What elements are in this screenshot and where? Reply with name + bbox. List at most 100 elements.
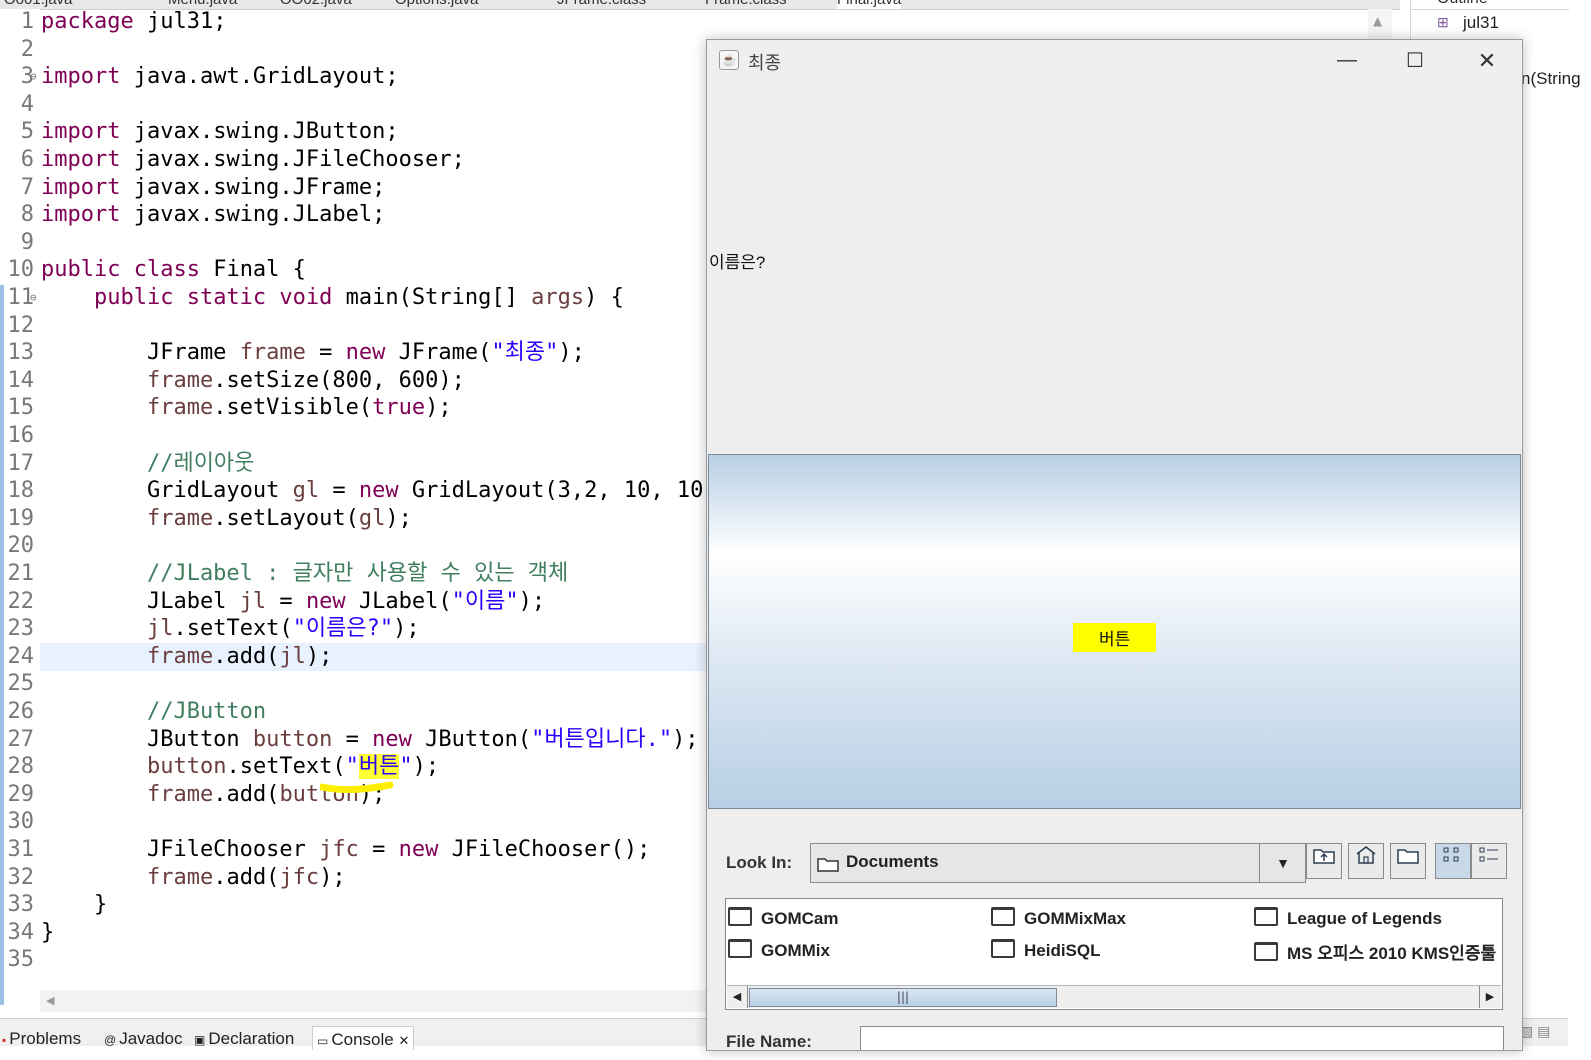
code-line[interactable]: 13 JFrame frame = new JFrame("최종"); bbox=[0, 339, 585, 367]
file-list-item[interactable]: HeidiSQL bbox=[991, 939, 1101, 963]
code-line[interactable]: 33 } bbox=[0, 891, 108, 919]
up-folder-button[interactable] bbox=[1306, 843, 1342, 879]
list-view-button[interactable] bbox=[1435, 843, 1471, 879]
code-line[interactable]: 35 bbox=[0, 946, 35, 974]
home-button[interactable] bbox=[1348, 843, 1384, 879]
code-line[interactable]: 19 frame.setLayout(gl); bbox=[0, 505, 412, 533]
code-line[interactable]: 3 ⊖ import java.awt.GridLayout; bbox=[0, 63, 399, 91]
file-list-item[interactable]: MS 오피스 2010 KMS인증툴 bbox=[1254, 939, 1496, 963]
code-line[interactable]: 7 import javax.swing.JFrame; bbox=[0, 174, 386, 202]
code-text: JFrame frame = new JFrame("최종"); bbox=[41, 339, 585, 367]
code-line[interactable]: 28 button.setText("버튼"); bbox=[0, 753, 439, 781]
file-list-item[interactable]: GOMMix bbox=[728, 939, 830, 963]
tab-javadoc[interactable]: @ Javadoc bbox=[104, 1029, 183, 1049]
scroll-left-icon[interactable]: ◀ bbox=[46, 994, 54, 1007]
code-token: } bbox=[41, 892, 108, 918]
file-name-input[interactable] bbox=[860, 1026, 1504, 1050]
fold-toggle-icon[interactable]: ⊖ bbox=[30, 284, 37, 312]
code-line[interactable]: 5 import javax.swing.JButton; bbox=[0, 118, 399, 146]
editor-tab[interactable]: OO02.java bbox=[280, 0, 352, 9]
editor-horizontal-scrollbar[interactable]: ◀ bbox=[40, 990, 706, 1012]
code-token: package bbox=[41, 9, 134, 34]
code-line[interactable]: 11 ⊖ public static void main(String[] arg… bbox=[0, 284, 624, 312]
file-name-text: League of Legends bbox=[1287, 909, 1442, 928]
line-number: 11 bbox=[7, 285, 35, 310]
code-line[interactable]: 23 jl.setText("이름은?"); bbox=[0, 615, 420, 643]
scroll-left-icon[interactable]: ◀ bbox=[727, 986, 748, 1008]
code-line[interactable]: 25 bbox=[0, 670, 35, 698]
code-line[interactable]: 18 GridLayout gl = new GridLayout(3,2, 1… bbox=[0, 477, 730, 505]
view-toolbar-icon[interactable]: ▧ ▤ bbox=[1520, 1023, 1550, 1040]
code-line[interactable]: 26 //JButton bbox=[0, 698, 267, 726]
code-line[interactable]: 2 bbox=[0, 36, 34, 64]
look-in-dropdown[interactable]: Documents ▼ bbox=[810, 843, 1306, 883]
code-line[interactable]: 20 bbox=[0, 532, 35, 560]
code-line[interactable]: 10 public class Final { bbox=[0, 256, 306, 284]
fold-toggle-icon[interactable]: ⊖ bbox=[30, 63, 37, 91]
code-token: JFileChooser(); bbox=[438, 837, 651, 862]
code-line[interactable]: 8 import javax.swing.JLabel; bbox=[0, 201, 386, 229]
outline-tab[interactable]: Outline bbox=[1437, 0, 1488, 8]
tab-console[interactable]: ▭ Console ✕ bbox=[312, 1026, 415, 1050]
code-line[interactable]: 16 bbox=[0, 422, 35, 450]
code-line[interactable]: 34} bbox=[0, 919, 55, 947]
folder-icon bbox=[1254, 942, 1278, 961]
window-titlebar[interactable]: ☕ 최종 — ☐ ✕ bbox=[707, 40, 1522, 82]
details-view-button[interactable] bbox=[1471, 843, 1507, 879]
code-text: import javax.swing.JLabel; bbox=[41, 201, 385, 229]
line-number: 17 bbox=[7, 450, 35, 476]
minimize-button[interactable]: — bbox=[1319, 42, 1375, 80]
maximize-button[interactable]: ☐ bbox=[1387, 42, 1443, 80]
java-app-icon: ☕ bbox=[719, 50, 739, 70]
editor-tab[interactable]: Final.java bbox=[837, 0, 902, 9]
outline-method-item[interactable]: n(String bbox=[1521, 69, 1581, 89]
code-line[interactable]: 15 frame.setVisible(true); bbox=[0, 394, 452, 422]
code-text: //레이아웃 bbox=[41, 450, 254, 478]
editor-tab[interactable]: Frame.class bbox=[705, 0, 787, 9]
file-list-horizontal-scrollbar[interactable]: ◀ ||| ▶ bbox=[727, 985, 1501, 1008]
code-line[interactable]: 1 package jul31; bbox=[0, 8, 227, 36]
code-line[interactable]: 29 frame.add(button); bbox=[0, 781, 386, 809]
editor-tab[interactable]: Options.java bbox=[395, 0, 478, 9]
folder-icon bbox=[817, 858, 839, 872]
scroll-right-icon[interactable]: ▶ bbox=[1479, 986, 1500, 1008]
code-line[interactable]: 27 JButton button = new JButton("버튼입니다."… bbox=[0, 726, 699, 754]
file-list[interactable]: GOMCam GOMMix GOMMixMax HeidiSQL League of L… bbox=[725, 898, 1503, 1010]
code-line[interactable]: 4 bbox=[0, 91, 34, 119]
code-token: ); bbox=[518, 588, 546, 614]
code-line[interactable]: 30 bbox=[0, 808, 35, 836]
tab-problems[interactable]: ▪ Problems bbox=[2, 1029, 81, 1049]
code-line[interactable]: 24 frame.add(jl); bbox=[0, 643, 333, 671]
swing-button[interactable]: 버튼 bbox=[708, 454, 1521, 809]
code-line[interactable]: 14 frame.setSize(800, 600); bbox=[0, 367, 465, 395]
code-token: new bbox=[372, 726, 412, 752]
scroll-thumb[interactable]: ||| bbox=[749, 988, 1057, 1007]
close-button[interactable]: ✕ bbox=[1459, 42, 1515, 80]
file-list-item[interactable]: League of Legends bbox=[1254, 907, 1442, 931]
line-number: 14 bbox=[7, 367, 35, 393]
code-line[interactable]: 17 //레이아웃 bbox=[0, 450, 255, 478]
code-line[interactable]: 12 bbox=[0, 312, 35, 340]
code-line[interactable]: 21 //JLabel : 글자만 사용할 수 있는 객체 bbox=[0, 560, 569, 588]
code-token: import bbox=[41, 147, 121, 172]
new-folder-button[interactable] bbox=[1390, 843, 1426, 879]
line-number: 1 bbox=[20, 9, 34, 34]
code-token: ); bbox=[385, 505, 412, 531]
close-icon[interactable]: ✕ bbox=[398, 1033, 409, 1048]
tab-declaration[interactable]: ▣ Declaration bbox=[194, 1029, 294, 1049]
outline-package-item[interactable]: jul31 bbox=[1463, 13, 1499, 33]
editor-tab[interactable]: JFrame.class bbox=[557, 0, 646, 9]
code-line[interactable]: 9 bbox=[0, 229, 34, 257]
chevron-down-icon[interactable]: ▼ bbox=[1259, 844, 1306, 882]
file-list-item[interactable]: GOMCam bbox=[728, 907, 838, 931]
code-line[interactable]: 22 JLabel jl = new JLabel("이름"); bbox=[0, 588, 546, 616]
scroll-up-icon[interactable]: ▲ bbox=[1373, 14, 1382, 28]
code-token: frame bbox=[146, 505, 214, 531]
code-token: .setText( bbox=[173, 616, 293, 642]
code-line[interactable]: 6 import javax.swing.JFileChooser; bbox=[0, 146, 465, 174]
code-line[interactable]: 32 frame.add(jfc); bbox=[0, 864, 346, 892]
file-list-item[interactable]: GOMMixMax bbox=[991, 907, 1126, 931]
home-icon bbox=[1356, 846, 1376, 864]
folder-icon bbox=[991, 939, 1015, 958]
code-line[interactable]: 31 JFileChooser jfc = new JFileChooser()… bbox=[0, 836, 651, 864]
